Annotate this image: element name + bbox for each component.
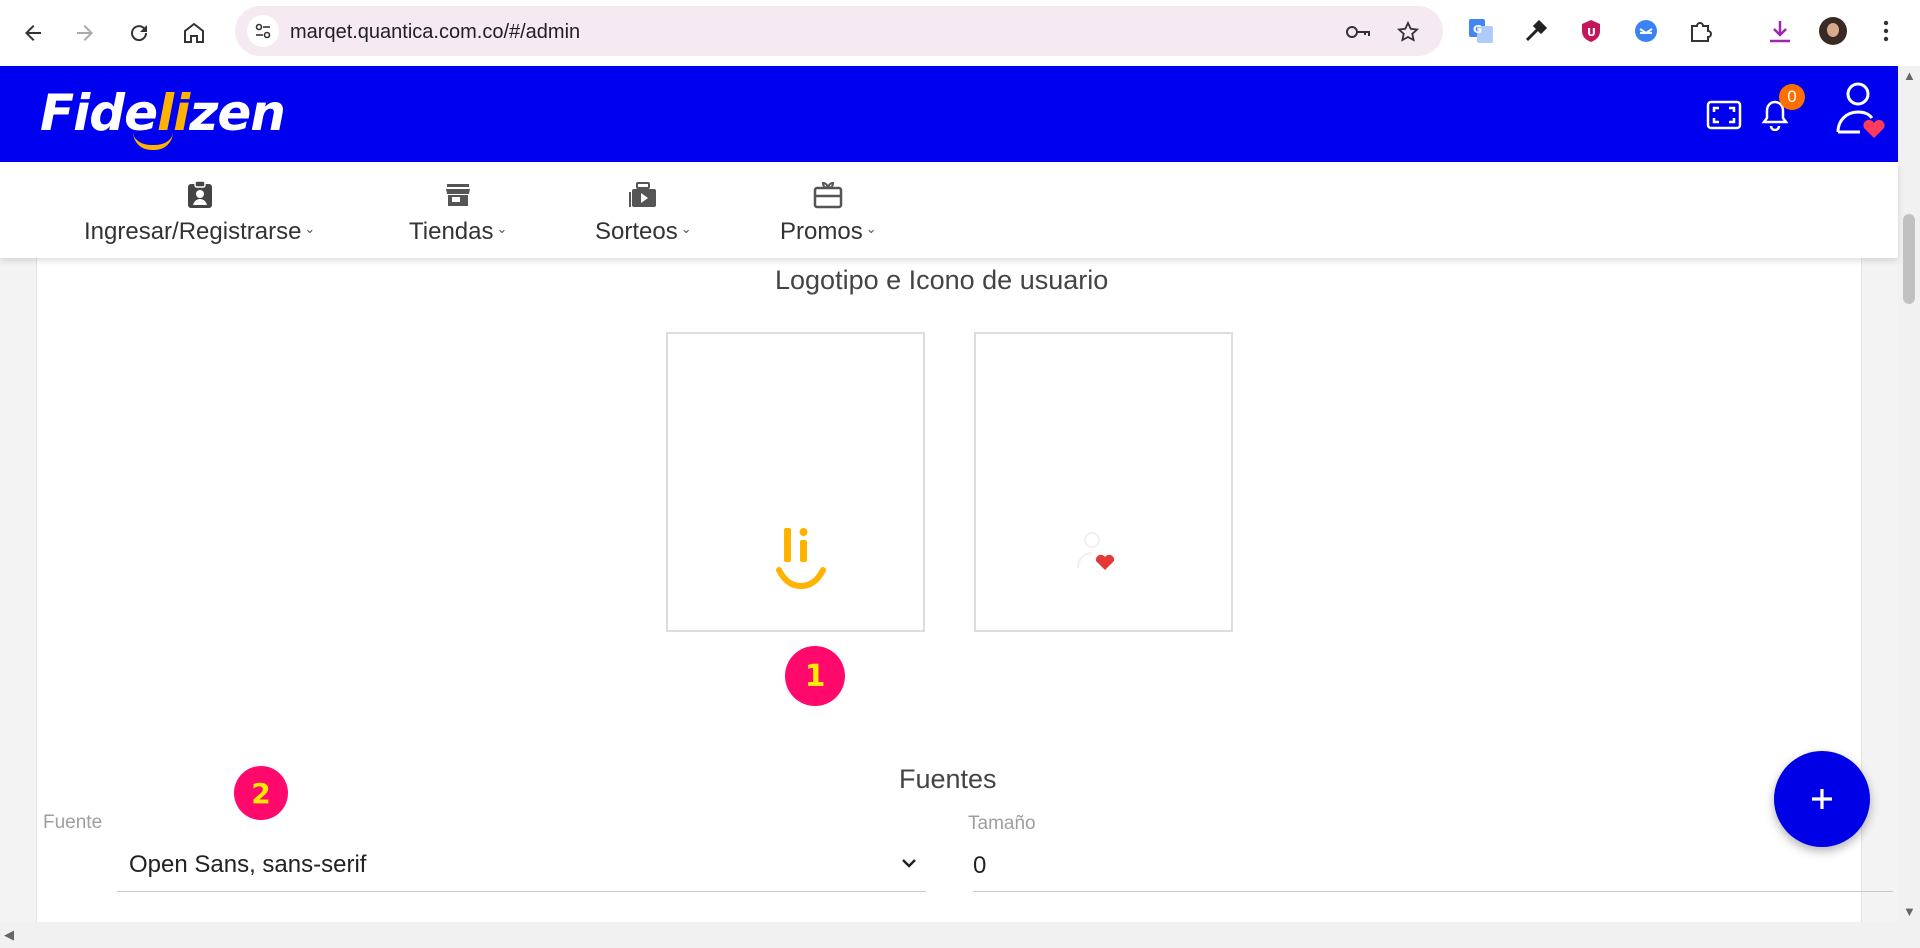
main-menu: Ingresar/Registrarse ⌄ Tiendas ⌄ Sorteos ⌄ … <box>0 162 1898 258</box>
forward-arrow-icon[interactable] <box>66 14 104 52</box>
menu-label-promos: Promos <box>780 218 863 245</box>
settings-card: Logotipo e Icono de usuario 1 2 Fuentes … <box>36 258 1893 922</box>
chevron-down-icon: ⌄ <box>865 221 877 236</box>
scroll-down-icon[interactable]: ▼ <box>1903 904 1916 919</box>
password-key-icon[interactable] <box>1345 19 1371 45</box>
add-fab-button[interactable] <box>1774 751 1870 847</box>
download-icon[interactable] <box>1765 16 1795 46</box>
svg-text:U: U <box>1587 26 1596 39</box>
bookmark-star-icon[interactable] <box>1395 19 1421 45</box>
translate-extension-icon[interactable]: G <box>1466 16 1496 46</box>
shield-extension-icon[interactable]: U <box>1576 16 1606 46</box>
svg-text:G: G <box>1473 23 1482 36</box>
site-settings-icon[interactable] <box>247 15 279 47</box>
scroll-left-icon[interactable]: ◀ <box>4 927 14 943</box>
fonts-section-title: Fuentes <box>899 764 997 794</box>
play-stack-icon <box>628 180 658 210</box>
scrollbar-thumb[interactable] <box>1903 214 1915 304</box>
menu-item-promos[interactable]: Promos ⌄ <box>780 162 877 258</box>
menu-label-sorteos: Sorteos <box>595 218 678 245</box>
menu-label-ingresar: Ingresar/Registrarse <box>84 218 302 245</box>
logo-smile-icon <box>133 132 173 150</box>
user-icon-image-upload[interactable] <box>974 332 1233 632</box>
url-text[interactable]: marqet.quantica.com.co/#/admin <box>290 21 580 44</box>
admin-content: Logotipo e Icono de usuario 1 2 Fuentes … <box>0 258 1898 922</box>
menu-item-ingresar[interactable]: Ingresar/Registrarse ⌄ <box>84 162 315 258</box>
logo-image-upload[interactable] <box>666 332 925 632</box>
menu-item-sorteos[interactable]: Sorteos ⌄ <box>595 162 692 258</box>
notification-count-badge: 0 <box>1779 84 1805 110</box>
font-field-label: Fuente <box>43 812 103 833</box>
chevron-down-icon <box>902 859 916 868</box>
fullscreen-icon[interactable] <box>1706 100 1742 130</box>
chevron-down-icon: ⌄ <box>680 221 692 236</box>
logo-preview-icon <box>776 528 826 590</box>
app-header: Fidelizen <box>0 66 1898 162</box>
reload-icon[interactable] <box>120 14 158 52</box>
chevron-down-icon: ⌄ <box>496 221 508 236</box>
menu-label-tiendas: Tiendas <box>409 218 494 245</box>
back-arrow-icon[interactable] <box>14 14 52 52</box>
step-badge-1: 1 <box>785 646 845 706</box>
vertical-scrollbar[interactable]: ▲ ▼ <box>1898 66 1920 922</box>
gift-card-icon <box>813 180 843 210</box>
plus-icon <box>1812 789 1832 809</box>
clipboard-badge-icon <box>185 180 215 210</box>
menu-item-tiendas[interactable]: Tiendas ⌄ <box>409 162 507 258</box>
address-bar[interactable]: marqet.quantica.com.co/#/admin <box>235 6 1443 56</box>
size-input[interactable]: 0 <box>973 834 1893 892</box>
user-heart-icon[interactable] <box>1834 80 1888 142</box>
scroll-up-icon[interactable]: ▲ <box>1903 68 1916 83</box>
home-icon[interactable] <box>175 14 213 52</box>
store-icon <box>443 180 473 210</box>
browser-toolbar: marqet.quantica.com.co/#/admin G U <box>0 0 1920 66</box>
logo-section-title: Logotipo e Icono de usuario <box>775 265 1109 295</box>
eyedropper-extension-icon[interactable] <box>1521 16 1551 46</box>
size-field-label: Tamaño <box>968 813 1036 834</box>
horizontal-scrollbar[interactable]: ◀ <box>0 922 1920 948</box>
blue-circle-extension-icon[interactable] <box>1631 16 1661 46</box>
more-menu-icon[interactable] <box>1871 16 1901 46</box>
step-badge-2: 2 <box>234 766 288 820</box>
font-select-value: Open Sans, sans-serif <box>129 851 367 878</box>
size-input-value: 0 <box>973 852 987 879</box>
user-heart-preview-icon <box>1077 532 1115 570</box>
profile-avatar-icon[interactable] <box>1818 16 1848 46</box>
font-select[interactable]: Open Sans, sans-serif <box>117 834 926 892</box>
chevron-down-icon: ⌄ <box>304 221 316 236</box>
puzzle-extensions-icon[interactable] <box>1685 16 1715 46</box>
